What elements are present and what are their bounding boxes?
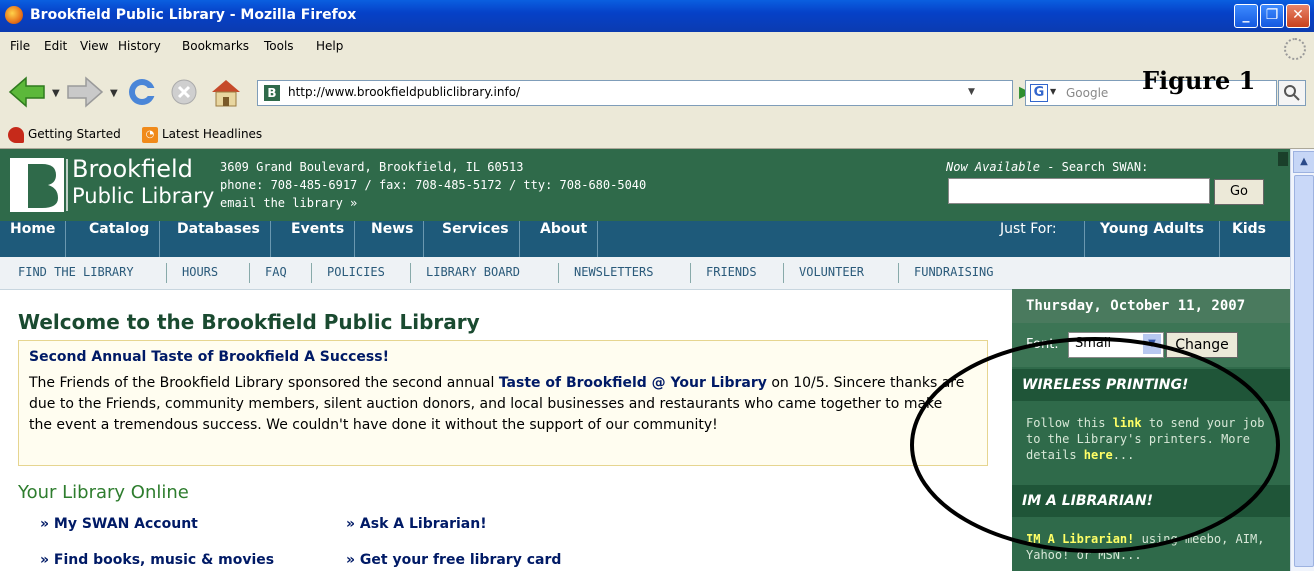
taste-of-brookfield-link[interactable]: Taste of Brookfield @ Your Library (499, 375, 767, 391)
engine-dropdown-icon[interactable]: ▼ (1050, 87, 1056, 96)
menu-edit[interactable]: Edit (44, 39, 67, 53)
menu-tools[interactable]: Tools (264, 39, 294, 53)
subnav-divider (558, 263, 559, 283)
figure-label: Figure 1 (1142, 66, 1256, 95)
subnav-newsletters[interactable]: NEWSLETTERS (574, 265, 653, 279)
subnav-find-the-library[interactable]: FIND THE LIBRARY (18, 265, 134, 279)
main-navigation: Home Catalog Databases Events News Servi… (0, 221, 1290, 257)
search-button[interactable] (1278, 80, 1306, 106)
nav-events[interactable]: Events (281, 221, 356, 257)
news-box: Second Annual Taste of Brookfield A Succ… (18, 340, 988, 466)
library-card-link[interactable]: » Get your free library card (346, 552, 561, 568)
ask-a-librarian-link[interactable]: » Ask A Librarian! (346, 516, 487, 532)
throbber-icon (1284, 38, 1306, 60)
nav-about[interactable]: About (530, 221, 599, 257)
menu-help[interactable]: Help (316, 39, 343, 53)
back-dropdown-icon: ▼ (52, 88, 60, 99)
swan-search-label: Now Available - Search SWAN: (946, 160, 1149, 174)
forward-icon[interactable] (67, 76, 104, 108)
subnav-divider (166, 263, 167, 283)
address-bar[interactable]: B http://www.brookfieldpubliclibrary.inf… (257, 80, 1013, 106)
subnav-divider (311, 263, 312, 283)
site-favicon: B (264, 85, 280, 101)
news-body: The Friends of the Brookfield Library sp… (29, 375, 965, 433)
just-for-label: Just For: (1000, 221, 1057, 237)
page-title: Welcome to the Brookfield Public Library (18, 310, 480, 334)
nav-buttons: ▼ ▼ (8, 76, 240, 108)
nav-databases[interactable]: Databases (167, 221, 271, 257)
address-url: http://www.brookfieldpubliclibrary.info/ (288, 85, 521, 99)
subnav-divider (249, 263, 250, 283)
annotation-ellipse (910, 337, 1280, 553)
swan-go-button[interactable]: Go (1214, 179, 1264, 205)
url-dropdown-icon[interactable]: ▼ (968, 87, 975, 97)
logo-name-line1: Brookfield (72, 155, 193, 183)
back-icon[interactable] (8, 76, 45, 108)
menu-history[interactable]: History (118, 39, 161, 53)
subnav-faq[interactable]: FAQ (265, 265, 287, 279)
firefox-icon (5, 6, 23, 24)
bookmark-getting-started[interactable]: Getting Started (28, 127, 121, 141)
rss-icon: ◔ (142, 127, 158, 143)
my-swan-account-link[interactable]: » My SWAN Account (40, 516, 198, 532)
subnav-hours[interactable]: HOURS (182, 265, 218, 279)
swan-search-input[interactable] (948, 178, 1210, 204)
header-scroll-notch (1278, 152, 1288, 166)
subnav-volunteer[interactable]: VOLUNTEER (799, 265, 864, 279)
subnav-divider (690, 263, 691, 283)
subnav-policies[interactable]: POLICIES (327, 265, 385, 279)
subnav-divider (410, 263, 411, 283)
minimize-button[interactable]: _ (1234, 4, 1258, 28)
search-placeholder: Google (1066, 86, 1109, 100)
restore-button[interactable]: ❐ (1260, 4, 1284, 28)
nav-kids[interactable]: Kids (1222, 221, 1276, 257)
site-header: Brookfield Public Library 3609 Grand Bou… (0, 149, 1290, 221)
forward-dropdown-icon: ▼ (110, 88, 118, 99)
nav-services[interactable]: Services (432, 221, 520, 257)
logo-name-line2: Public Library (72, 184, 215, 208)
nav-news[interactable]: News (361, 221, 425, 257)
nav-catalog[interactable]: Catalog (79, 221, 161, 257)
vertical-scrollbar[interactable]: ▲ (1290, 149, 1314, 571)
subnav-fundraising[interactable]: FUNDRAISING (914, 265, 993, 279)
scroll-thumb[interactable] (1294, 175, 1314, 567)
news-headline[interactable]: Second Annual Taste of Brookfield A Succ… (29, 349, 389, 365)
find-books-link[interactable]: » Find books, music & movies (40, 552, 274, 568)
nav-young-adults[interactable]: Young Adults (1084, 221, 1220, 257)
menu-file[interactable]: File (10, 39, 30, 53)
menu-bookmarks[interactable]: Bookmarks (182, 39, 249, 53)
menu-view[interactable]: View (80, 39, 108, 53)
logo-divider (66, 159, 68, 211)
menu-bar: File Edit View History Bookmarks Tools H… (0, 32, 1314, 63)
subnav-divider (898, 263, 899, 283)
library-address: 3609 Grand Boulevard, Brookfield, IL 605… (220, 160, 524, 174)
close-button[interactable]: ✕ (1286, 4, 1310, 28)
library-logo-icon[interactable] (10, 158, 64, 212)
home-icon[interactable] (212, 80, 240, 107)
bookmarks-toolbar: Getting Started ◔ Latest Headlines (0, 122, 1314, 149)
sub-navigation: FIND THE LIBRARY HOURS FAQ POLICIES LIBR… (0, 257, 1290, 290)
nav-home[interactable]: Home (0, 221, 67, 257)
bookmark-latest-headlines[interactable]: Latest Headlines (162, 127, 262, 141)
current-date: Thursday, October 11, 2007 (1012, 289, 1290, 323)
getting-started-icon (8, 127, 24, 143)
magnifier-icon (1284, 85, 1300, 101)
subnav-divider (783, 263, 784, 283)
stop-icon[interactable] (171, 79, 197, 105)
reload-icon[interactable] (129, 79, 156, 105)
google-icon: G (1030, 84, 1048, 102)
subnav-friends[interactable]: FRIENDS (706, 265, 757, 279)
email-library-link[interactable]: email the library » (220, 196, 357, 210)
scroll-up-icon[interactable]: ▲ (1293, 151, 1314, 173)
window-title-bar: Brookfield Public Library - Mozilla Fire… (0, 0, 1314, 32)
window-title: Brookfield Public Library - Mozilla Fire… (30, 7, 357, 23)
library-online-heading: Your Library Online (18, 482, 189, 503)
library-phone: phone: 708-485-6917 / fax: 708-485-5172 … (220, 178, 647, 192)
subnav-library-board[interactable]: LIBRARY BOARD (426, 265, 520, 279)
